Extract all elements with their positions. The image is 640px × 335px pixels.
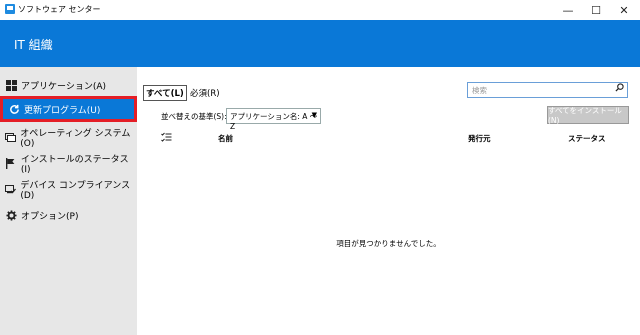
main-content: すべて(L) 必須(R) 検索 並べ替えの基準(S): アプリケーション名: A… bbox=[137, 67, 640, 335]
sidebar-item-label: デバイス コンプライアンス(D) bbox=[20, 180, 131, 201]
os-window-icon bbox=[5, 131, 17, 143]
sidebar-item-options[interactable]: オプション(P) bbox=[0, 205, 137, 225]
sidebar-item-label: オペレーティング システム(O) bbox=[20, 128, 131, 149]
chevron-down-icon: ▼ bbox=[311, 111, 317, 119]
search-input[interactable]: 検索 bbox=[467, 82, 628, 98]
close-button[interactable]: ✕ bbox=[612, 2, 636, 18]
window-title: ソフトウェア センター bbox=[18, 5, 101, 14]
gear-icon bbox=[5, 209, 17, 221]
column-header-status[interactable]: ステータス bbox=[568, 133, 606, 144]
sort-value: アプリケーション名: A 〜 Z bbox=[230, 112, 318, 131]
empty-state-message: 項目が見つかりませんでした。 bbox=[336, 239, 441, 248]
sidebar-item-updates[interactable]: 更新プログラム(U) bbox=[0, 96, 137, 122]
organization-title: IT 組織 bbox=[14, 38, 53, 52]
select-all-checklist-icon[interactable] bbox=[161, 132, 172, 145]
sort-dropdown[interactable]: アプリケーション名: A 〜 Z ▼ bbox=[226, 108, 321, 131]
flag-icon bbox=[5, 157, 17, 169]
install-all-button[interactable]: すべてをインストール(N) bbox=[547, 106, 629, 125]
device-compliance-icon bbox=[5, 183, 17, 195]
sidebar-item-label: 更新プログラム(U) bbox=[24, 105, 101, 116]
title-bar: ソフトウェア センター — ☐ ✕ bbox=[0, 0, 640, 20]
sidebar-item-label: インストールのステータス(I) bbox=[20, 154, 129, 175]
sidebar-item-applications[interactable]: アプリケーション(A) bbox=[0, 75, 137, 95]
column-header-name[interactable]: 名前 bbox=[218, 133, 233, 144]
tab-required[interactable]: 必須(R) bbox=[188, 86, 222, 100]
minimize-button[interactable]: — bbox=[556, 2, 580, 18]
apps-grid-icon bbox=[5, 79, 17, 91]
sidebar-item-label: オプション(P) bbox=[21, 211, 79, 222]
refresh-icon bbox=[8, 103, 20, 115]
sidebar-item-device-compliance[interactable]: デバイス コンプライアンス(D) bbox=[0, 179, 137, 201]
sidebar-item-operating-system[interactable]: オペレーティング システム(O) bbox=[0, 127, 137, 149]
search-icon[interactable] bbox=[615, 83, 624, 95]
software-center-icon bbox=[5, 4, 15, 14]
tab-all[interactable]: すべて(L) bbox=[143, 85, 187, 101]
search-placeholder: 検索 bbox=[472, 86, 487, 95]
maximize-button[interactable]: ☐ bbox=[584, 2, 608, 18]
header-banner: IT 組織 bbox=[0, 20, 640, 67]
sidebar-item-install-status[interactable]: インストールのステータス(I) bbox=[0, 153, 137, 175]
sidebar: アプリケーション(A) 更新プログラム(U) オペレーティング システム(O) … bbox=[0, 67, 137, 335]
column-header-publisher[interactable]: 発行元 bbox=[468, 133, 491, 144]
sidebar-item-label: アプリケーション(A) bbox=[21, 81, 106, 92]
sort-label: 並べ替えの基準(S): bbox=[161, 112, 227, 121]
